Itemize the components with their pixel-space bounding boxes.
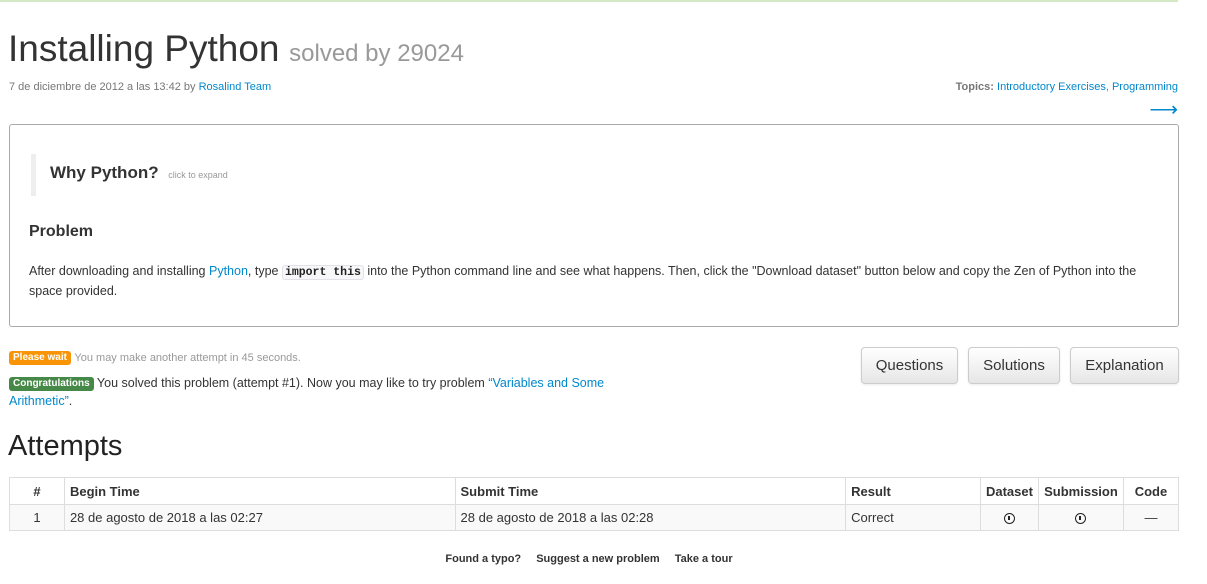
found-typo-link[interactable]: Found a typo? (445, 553, 521, 565)
page-title-row: Installing Python solved by 29024 (8, 28, 464, 70)
attempt-number: 1 (9, 504, 65, 531)
publish-date: 7 de diciembre de 2012 a las 13:42 (9, 81, 181, 93)
congrats-badge: Congratulations (9, 377, 94, 391)
column-header-submission: Submission (1037, 477, 1124, 505)
solutions-button[interactable]: Solutions (968, 347, 1060, 384)
footer-links: Found a typo? Suggest a new problem Take… (0, 553, 1178, 565)
problem-box: Why Python? click to expand Problem Afte… (9, 124, 1179, 327)
explanation-button[interactable]: Explanation (1070, 347, 1179, 384)
statement-text: , type (247, 264, 282, 278)
wait-badge: Please wait (9, 351, 71, 365)
period: . (68, 394, 73, 408)
why-python-collapsible[interactable]: Why Python? click to expand (31, 154, 228, 196)
problem-meta: 7 de diciembre de 2012 a las 13:42 by Ro… (9, 81, 271, 93)
page-title: Installing Python (8, 28, 280, 69)
column-header-result: Result (845, 477, 981, 505)
statement-text: After downloading and installing (29, 264, 209, 278)
dataset-download-icon[interactable] (1003, 513, 1015, 525)
inline-code: import this (281, 265, 364, 280)
problem-statement: After downloading and installing Python,… (29, 262, 1159, 301)
submit-time: 28 de agosto de 2018 a las 02:28 (454, 504, 847, 531)
column-header-begin-time: Begin Time (63, 477, 456, 505)
column-header-dataset: Dataset (979, 477, 1039, 505)
column-header-code: Code (1122, 477, 1180, 505)
dataset-cell (979, 504, 1039, 531)
status-messages: Please wait You may make another attempt… (9, 348, 649, 410)
column-header-submit-time: Submit Time (454, 477, 847, 505)
table-row: 1 28 de agosto de 2018 a las 02:27 28 de… (9, 504, 1180, 531)
code-cell: — (1122, 504, 1180, 531)
attempts-table: # Begin Time Submit Time Result Dataset … (9, 477, 1180, 531)
submission-cell (1037, 504, 1124, 531)
topics-label: Topics: (955, 81, 994, 93)
next-problem-arrow-icon[interactable]: ⟶ (1149, 99, 1178, 121)
result: Correct (845, 504, 981, 531)
table-header-row: # Begin Time Submit Time Result Dataset … (9, 477, 1180, 505)
python-link[interactable]: Python (209, 264, 248, 278)
submission-download-icon[interactable] (1075, 513, 1087, 525)
topics: Topics: Introductory Exercises, Programm… (955, 81, 1178, 93)
top-border (0, 0, 1178, 2)
column-header-number: # (9, 477, 65, 505)
take-tour-link[interactable]: Take a tour (675, 553, 733, 565)
topic-link-introductory-exercises[interactable]: Introductory Exercises (997, 81, 1106, 93)
why-python-title[interactable]: Why Python? (50, 163, 159, 182)
by-label: by (183, 81, 196, 93)
author-link[interactable]: Rosalind Team (199, 81, 272, 93)
questions-button[interactable]: Questions (861, 347, 958, 384)
wait-message: You may make another attempt in 45 secon… (74, 352, 301, 364)
attempts-heading: Attempts (8, 430, 123, 462)
begin-time: 28 de agosto de 2018 a las 02:27 (63, 504, 456, 531)
congrats-message: You solved this problem (attempt #1). No… (96, 376, 489, 390)
solved-count: solved by 29024 (289, 40, 464, 67)
problem-heading: Problem (29, 223, 94, 240)
suggest-problem-link[interactable]: Suggest a new problem (536, 553, 659, 565)
topic-link-programming[interactable]: Programming (1112, 81, 1178, 93)
expand-hint: click to expand (168, 170, 228, 180)
